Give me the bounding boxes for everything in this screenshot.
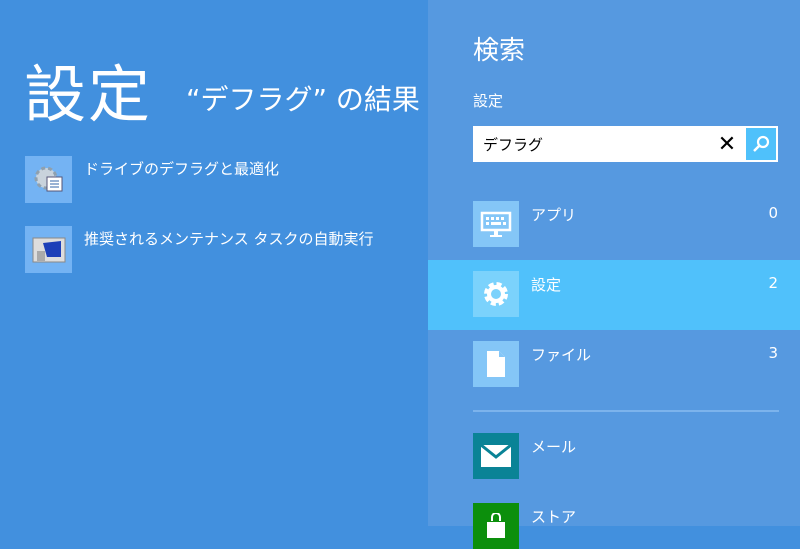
result-label: ドライブのデフラグと最適化 (84, 160, 280, 178)
mail-app-tile[interactable] (473, 433, 519, 479)
search-icon (753, 135, 770, 152)
page-title: 設定 (24, 58, 153, 131)
clear-icon[interactable]: ✕ (710, 132, 744, 157)
defrag-gear-icon (25, 156, 72, 203)
category-label: ファイル (531, 346, 592, 364)
keyboard-icon (473, 201, 519, 247)
file-icon (473, 341, 519, 387)
category-count: 2 (768, 274, 778, 292)
search-button[interactable] (744, 126, 778, 162)
maintenance-icon (25, 226, 72, 273)
search-box[interactable]: デフラグ ✕ (473, 126, 778, 162)
category-label: アプリ (531, 206, 577, 224)
category-label: 設定 (531, 276, 562, 294)
category-files[interactable]: ファイル 3 (428, 330, 800, 400)
store-icon (487, 513, 505, 538)
search-pane: 検索 設定 デフラグ ✕ アプリ 0 設定 2 ファイル 3 メール ストア (428, 0, 800, 549)
mail-app-label[interactable]: メール (531, 436, 576, 457)
results-panel: 設定 “デフラグ” の結果 ドライブのデフラグと最適化 推奨されるメンテナンス … (0, 0, 428, 526)
category-count: 0 (768, 204, 778, 222)
result-label: 推奨されるメンテナンス タスクの自動実行 (84, 230, 374, 248)
results-subtitle: “デフラグ” の結果 (186, 83, 420, 116)
gear-icon (473, 271, 519, 317)
store-app-tile[interactable] (473, 503, 519, 549)
mail-icon (481, 445, 511, 467)
search-pane-title: 検索 (473, 36, 526, 66)
category-settings[interactable]: 設定 2 (428, 260, 800, 330)
divider (473, 410, 779, 412)
search-scope: 設定 (473, 92, 504, 110)
store-app-label[interactable]: ストア (531, 506, 576, 527)
category-apps[interactable]: アプリ 0 (428, 190, 800, 260)
result-item-defrag[interactable]: ドライブのデフラグと最適化 (25, 156, 279, 203)
search-input[interactable]: デフラグ (473, 134, 710, 155)
category-count: 3 (768, 344, 778, 362)
result-item-maintenance[interactable]: 推奨されるメンテナンス タスクの自動実行 (25, 226, 373, 273)
